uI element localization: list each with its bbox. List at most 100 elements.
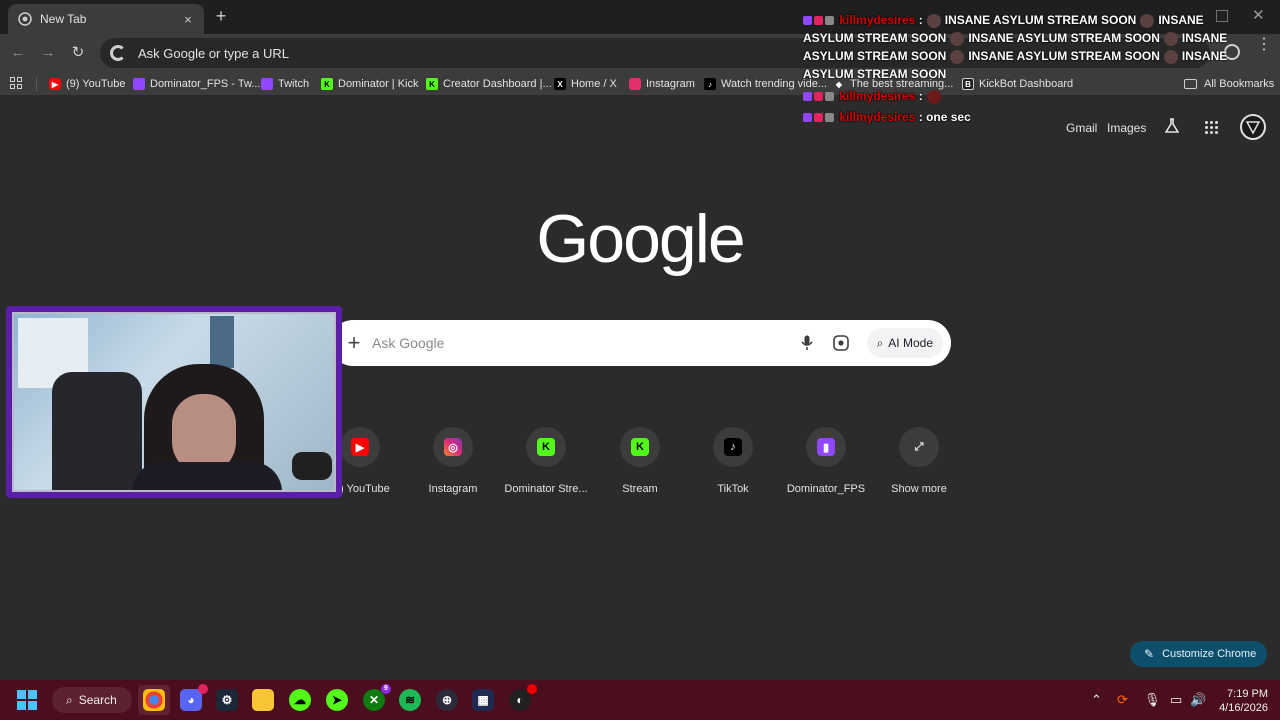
tab-title: New Tab [40,12,87,26]
shortcut-dominator-fps[interactable]: ▮ Dominator_FPS [780,427,872,495]
ai-mode-button[interactable]: ⌕ AI Mode [866,328,943,358]
bookmark-label: Dominator_FPS - Tw... [150,78,261,90]
discord-icon[interactable]: ◕ [180,684,208,711]
bookmark-label: KickBot Dashboard [979,78,1074,90]
taskbar-clock[interactable]: 7:19 PM 4/16/2026 [1212,687,1268,715]
menu-icon[interactable]: ⋮ [1256,37,1272,53]
shortcut-tile: K [526,427,566,467]
apps-icon[interactable] [10,77,22,89]
shortcut-instagram[interactable]: ◎ Instagram [407,427,499,495]
folder-icon [1184,79,1197,89]
gmail-link[interactable]: Gmail [1066,121,1097,135]
all-bookmarks-label: All Bookmarks [1204,78,1275,90]
shortcut-stream[interactable]: K Stream [594,427,686,495]
shortcut-label: Stream [622,483,658,495]
shortcut-tile: ▶ [340,427,380,467]
clock-date: 4/16/2026 [1219,702,1268,714]
bookmark-creator-dashboard[interactable]: K Creator Dashboard |... [426,76,552,92]
chat-message: killmydesires : INSANE ASYLUM STREAM SOON… [803,11,1204,29]
chrome-taskbar-icon[interactable] [143,689,165,711]
obs-icon[interactable]: ◐ [509,684,537,711]
shortcut-show-more[interactable]: ⤢ Show more [873,427,965,495]
badge-icon [803,16,812,26]
tray-app-icon[interactable]: ⟳ [1117,692,1128,708]
taskbar-search[interactable]: ⌕ Search [52,687,132,713]
shortcut-tiktok[interactable]: ♪ TikTok [687,427,779,495]
shortcut-label: Show more [891,483,947,495]
customize-chrome-button[interactable]: ✎ Customize Chrome [1130,641,1267,667]
microphone-tray-icon[interactable]: 🎙 [1144,692,1161,708]
keyboard-app-icon[interactable]: ▦ [472,689,494,711]
network-icon[interactable]: ▭ [1170,692,1182,708]
search-box[interactable]: + Ask Google ⌕ AI Mode [330,320,951,366]
google-g-icon [110,45,126,61]
xbox-icon[interactable]: ✕ 9 [363,684,391,711]
x-icon: X [554,78,566,90]
search-input[interactable]: Ask Google [372,335,799,351]
kickbot-icon: B [962,78,974,90]
restore-window-icon[interactable] [1216,10,1228,22]
webcam-frame [12,312,336,492]
kick-icon: K [631,438,649,456]
spotify-icon[interactable]: ≋ [399,689,421,711]
customize-label: Customize Chrome [1162,648,1257,660]
ai-mode-label: AI Mode [888,336,933,350]
badge-icon [814,92,823,102]
emote-icon [950,31,965,46]
chat-text: one sec [926,110,971,124]
shortcut-tile: ⤢ [899,427,939,467]
kick-studio-icon[interactable]: ➤ [326,689,348,711]
twitch-icon [261,78,273,90]
bookmark-label: Twitch [278,78,310,90]
chat-message-cont: ASYLUM STREAM SOON INSANE ASYLUM STREAM S… [803,31,1228,46]
kick-icon: K [321,78,333,90]
badge-icon [825,16,834,26]
instagram-icon [629,78,641,90]
reload-icon[interactable]: ↻ [68,43,88,63]
kick-icon: K [537,438,555,456]
close-window-icon[interactable]: ✕ [1252,6,1265,24]
shortcut-label: Dominator_FPS [786,483,866,495]
bookmark-kick[interactable]: K Dominator | Kick [321,76,419,92]
labs-icon[interactable] [1164,118,1180,134]
apps-launcher-icon[interactable] [1205,121,1218,134]
windows-start-icon[interactable] [17,690,37,710]
clock-time: 7:19 PM [1227,688,1268,700]
expand-icon: ⤢ [914,440,924,453]
badge-icon [825,113,834,123]
controller-icon[interactable]: ⊕ [436,689,458,711]
bookmark-kickbot[interactable]: B KickBot Dashboard [962,76,1073,92]
shortcut-tile: K [620,427,660,467]
bookmark-x[interactable]: X Home / X [554,76,617,92]
shortcut-dominator-stream[interactable]: K Dominator Stre... [500,427,592,495]
chat-message-cont: ASYLUM STREAM SOON INSANE ASYLUM STREAM S… [803,49,1228,64]
tab-close-icon[interactable]: × [180,12,196,27]
forward-icon[interactable]: → [38,43,58,63]
bookmark-youtube[interactable]: ▶ (9) YouTube [49,76,126,92]
steam-icon[interactable]: ⚙ [216,689,238,711]
bookmark-instagram[interactable]: Instagram [629,76,695,92]
chat-message-cont: ASYLUM STREAM SOON [803,67,947,81]
new-tab-button[interactable]: + [212,7,230,26]
microphone-icon[interactable] [799,335,815,351]
bookmark-dominator-twitch[interactable]: Dominator_FPS - Tw... [133,76,260,92]
add-attachment-icon[interactable]: + [344,332,364,354]
tab-new-tab[interactable]: New Tab × [8,4,204,34]
emote-icon [926,13,941,28]
volume-icon[interactable]: 🔊 [1190,692,1206,708]
file-explorer-icon[interactable] [252,689,274,711]
bookmark-twitch[interactable]: Twitch [261,76,309,92]
all-bookmarks-button[interactable]: All Bookmarks [1184,76,1274,92]
tray-chevron-icon[interactable]: ⌃ [1091,692,1102,708]
images-link[interactable]: Images [1107,121,1146,135]
bookmarks-bar: ▶ (9) YouTube Dominator_FPS - Tw... Twit… [0,72,1280,96]
google-lens-icon[interactable] [832,335,849,351]
back-icon[interactable]: ← [8,43,28,63]
shortcut-label: Dominator Stre... [504,483,588,495]
profile-avatar[interactable] [1240,114,1266,140]
kick-icon: K [426,78,438,90]
kick-taskbar-icon[interactable]: ☁ [289,689,311,711]
badge-icon [825,92,834,102]
shortcut-tile: ♪ [713,427,753,467]
emote-icon [1140,13,1155,28]
